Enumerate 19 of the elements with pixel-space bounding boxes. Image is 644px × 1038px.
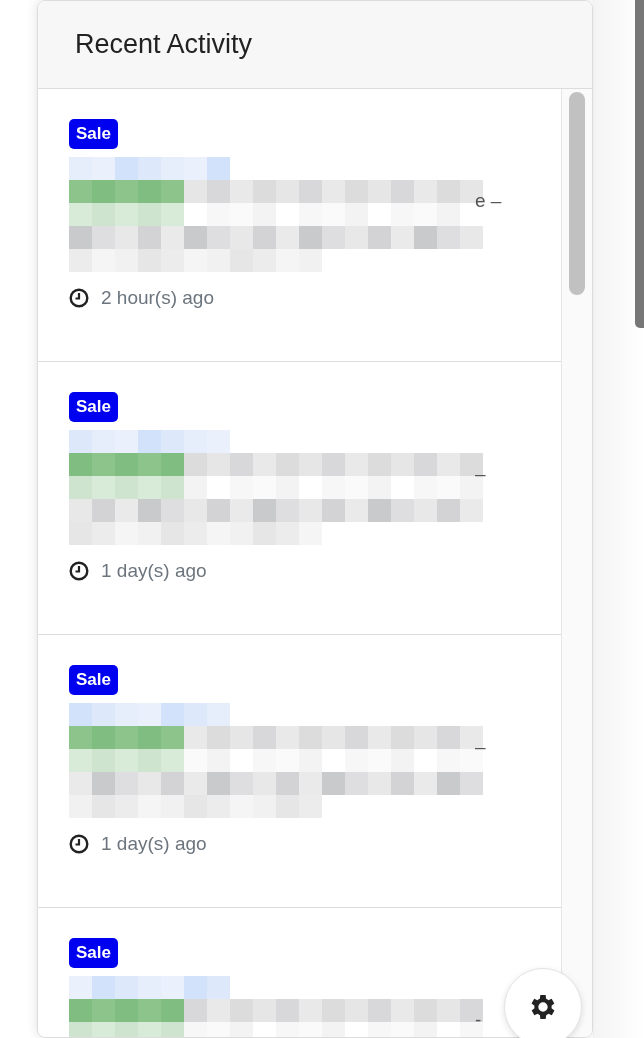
sale-badge: Sale (69, 665, 118, 695)
clock-icon (69, 833, 89, 854)
activity-time: 1 day(s) ago (101, 831, 207, 856)
activity-time: 2 hour(s) ago (101, 285, 214, 310)
sale-badge: Sale (69, 119, 118, 149)
scrollbar-thumb[interactable] (569, 92, 585, 295)
sale-badge: Sale (69, 938, 118, 968)
card-title: Recent Activity (75, 28, 253, 61)
activity-text: e – (475, 189, 502, 213)
scrollbar-track[interactable] (562, 89, 592, 1037)
sale-badge: Sale (69, 392, 118, 422)
activity-time: 1 day(s) ago (101, 558, 207, 583)
settings-button[interactable] (504, 968, 582, 1038)
activity-text: – (475, 735, 486, 759)
clock-icon (69, 287, 89, 308)
scrollbar-thumb[interactable] (635, 0, 644, 328)
activity-text: – (475, 462, 486, 486)
activity-text: - (475, 1008, 482, 1032)
clock-icon (69, 560, 89, 581)
